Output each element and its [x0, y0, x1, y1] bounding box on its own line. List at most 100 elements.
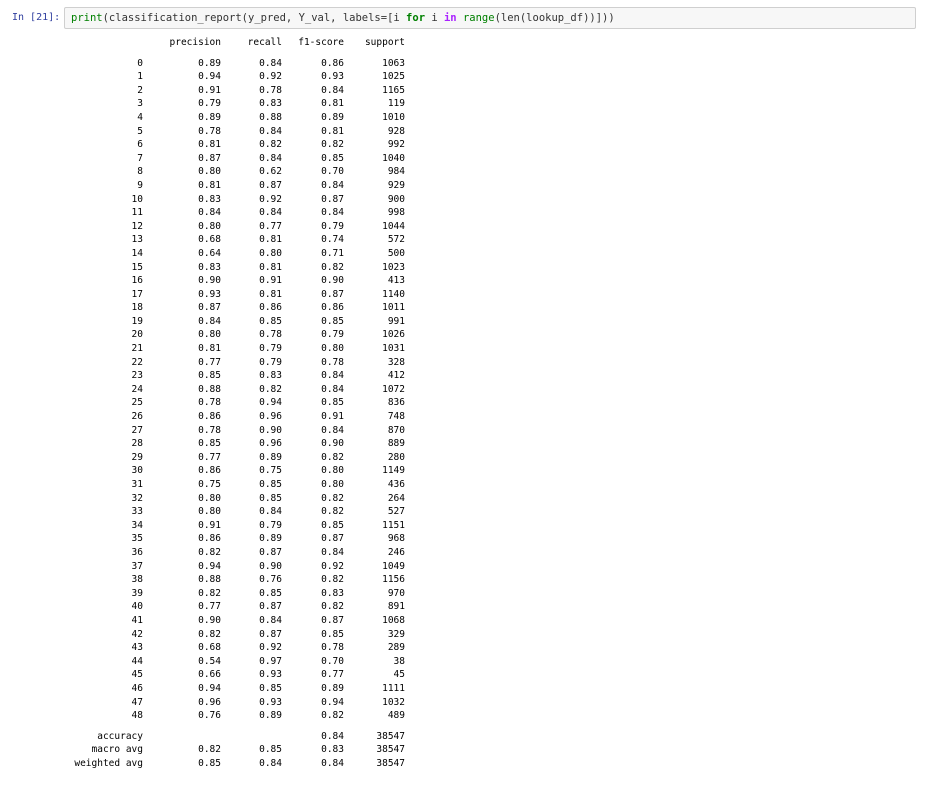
report-row: 6 0.81 0.82 0.82 992	[66, 138, 405, 152]
cell-f1-score: 0.87	[321, 288, 344, 300]
cell-f1-score: 0.70	[321, 166, 344, 178]
cell-recall: 0.82	[259, 383, 282, 395]
report-row: 30 0.86 0.75 0.80 1149	[66, 464, 405, 478]
report-row: 10 0.83 0.92 0.87 900	[66, 193, 405, 207]
cell-precision: 0.78	[198, 125, 221, 137]
cell-label: 20	[131, 329, 143, 341]
cell-label: 5	[137, 125, 143, 137]
cell-precision: 0.80	[198, 506, 221, 518]
cell-recall: 0.83	[259, 98, 282, 110]
cell-label: 33	[131, 506, 143, 518]
cell-precision: 0.94	[198, 560, 221, 572]
code-line[interactable]: print(classification_report(y_pred, Y_va…	[71, 12, 615, 24]
cell-recall: 0.93	[259, 696, 282, 708]
cell-label: weighted avg	[74, 757, 143, 769]
cell-label: 31	[131, 479, 143, 490]
cell-support: 38547	[376, 730, 405, 742]
cell-f1-score: 0.84	[321, 370, 344, 382]
cell-label: 14	[131, 247, 143, 259]
report-row: 47 0.96 0.93 0.94 1032	[66, 696, 405, 710]
code-range: range	[462, 12, 495, 24]
cell-label: 12	[131, 220, 143, 232]
cell-label: 7	[137, 152, 143, 164]
cell-label: 9	[137, 179, 143, 191]
cell-precision: 0.93	[198, 288, 221, 300]
cell-f1-score: 0.80	[321, 465, 344, 477]
cell-support: 527	[387, 506, 405, 518]
cell-recall: 0.84	[259, 125, 282, 137]
cell-support: 1032	[382, 696, 405, 708]
cell-label: 1	[137, 71, 143, 83]
cell-precision: 0.91	[198, 519, 221, 531]
cell-label: 39	[131, 587, 143, 599]
cell-support: 991	[387, 315, 405, 327]
report-summary-row: macro avg 0.82 0.85 0.83 38547	[66, 743, 405, 757]
cell-support: 1011	[382, 302, 405, 314]
cell-f1-score: 0.80	[321, 343, 344, 355]
cell-f1-score: 0.84	[321, 207, 344, 219]
cell-support: 38547	[376, 744, 405, 756]
cell-support: 889	[387, 438, 405, 450]
report-row: 41 0.90 0.84 0.87 1068	[66, 614, 405, 628]
cell-f1-score: 0.84	[321, 383, 344, 395]
cell-f1-score: 0.82	[321, 710, 344, 722]
cell-recall: 0.96	[259, 411, 282, 423]
report-row: 36 0.82 0.87 0.84 246	[66, 546, 405, 560]
cell-precision: 0.94	[198, 71, 221, 83]
report-row: 29 0.77 0.89 0.82 280	[66, 451, 405, 465]
cell-recall: 0.90	[259, 560, 282, 572]
code-input-cell[interactable]: print(classification_report(y_pred, Y_va…	[64, 7, 916, 29]
cell-f1-score: 0.79	[321, 220, 344, 232]
report-row: 28 0.85 0.96 0.90 889	[66, 437, 405, 451]
cell-recall: 0.81	[259, 234, 282, 246]
cell-precision: 0.88	[198, 383, 221, 395]
cell-precision: 0.82	[198, 587, 221, 599]
cell-label: 18	[131, 302, 143, 314]
cell-label: 21	[131, 343, 143, 355]
cell-recall: 0.87	[259, 179, 282, 191]
cell-recall: 0.82	[259, 139, 282, 151]
report-row: 2 0.91 0.78 0.84 1165	[66, 84, 405, 98]
cell-support: 572	[387, 234, 405, 246]
cell-f1-score: 0.87	[321, 193, 344, 205]
cell-f1-score: 0.84	[321, 546, 344, 558]
cell-precision: 0.75	[198, 479, 221, 490]
cell-recall: 0.94	[259, 397, 282, 409]
cell-recall: 0.85	[259, 682, 282, 694]
cell-precision: 0.88	[198, 574, 221, 586]
cell-recall: 0.97	[259, 655, 282, 667]
cell-recall: 0.87	[259, 628, 282, 640]
classification-report-output: precision recall f1-score support 0 0.89 0.84 0…	[66, 36, 405, 770]
cell-precision: precision	[169, 37, 221, 48]
report-row: 16 0.90 0.91 0.90 413	[66, 274, 405, 288]
cell-precision: 0.83	[198, 261, 221, 273]
cell-f1-score: 0.89	[321, 682, 344, 694]
report-row: 35 0.86 0.89 0.87 968	[66, 532, 405, 546]
cell-precision: 0.83	[198, 193, 221, 205]
cell-precision: 0.54	[198, 655, 221, 667]
report-row: 0 0.89 0.84 0.86 1063	[66, 57, 405, 71]
cell-support: 968	[387, 533, 405, 545]
cell-label: 0	[137, 57, 143, 69]
cell-label: 28	[131, 438, 143, 450]
cell-f1-score: 0.83	[321, 587, 344, 599]
cell-f1-score: 0.84	[321, 757, 344, 769]
report-row: 48 0.76 0.89 0.82 489	[66, 709, 405, 723]
cell-recall: 0.86	[259, 302, 282, 314]
report-row: 46 0.94 0.85 0.89 1111	[66, 682, 405, 696]
cell-label: 29	[131, 451, 143, 463]
cell-recall: 0.87	[259, 546, 282, 558]
cell-recall: 0.85	[259, 492, 282, 504]
cell-support: 1068	[382, 614, 405, 626]
cell-f1-score: 0.85	[321, 628, 344, 640]
cell-precision: 0.82	[198, 744, 221, 756]
cell-f1-score: 0.81	[321, 125, 344, 137]
report-row: 34 0.91 0.79 0.85 1151	[66, 519, 405, 533]
cell-recall	[221, 730, 282, 744]
cell-label: 10	[131, 193, 143, 205]
cell-support: 1031	[382, 343, 405, 355]
report-row: 17 0.93 0.81 0.87 1140	[66, 288, 405, 302]
cell-f1-score: f1-score	[298, 37, 344, 48]
cell-support: 984	[387, 166, 405, 178]
